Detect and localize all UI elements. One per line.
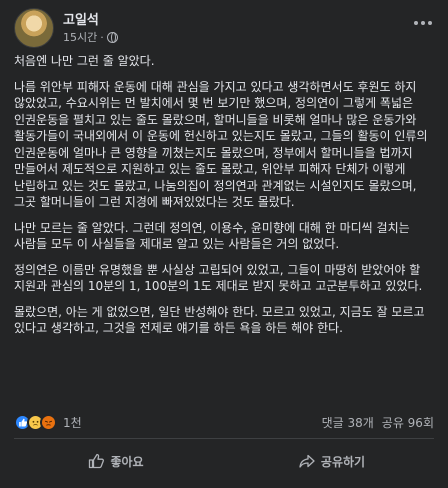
reactions-summary[interactable]: 1천 xyxy=(14,413,82,431)
divider xyxy=(14,438,434,439)
share-label: 공유하기 xyxy=(320,454,366,469)
post-header: 고일석 15시간 · xyxy=(14,8,118,48)
angry-reaction-icon xyxy=(40,413,57,431)
share-count[interactable]: 공유 96회 xyxy=(382,414,434,431)
reaction-count[interactable]: 1천 xyxy=(63,414,82,431)
globe-icon[interactable] xyxy=(106,31,118,43)
paragraph-5: 몰랐으면, 아는 게 없었으면, 일단 반성해야 한다. 모르고 있었고, 지금… xyxy=(14,304,425,336)
author-name[interactable]: 고일석 xyxy=(63,12,118,29)
paragraph-4: 정의연은 이름만 유명했을 뿐 사실상 고립되어 있었고, 그들이 마땅히 받았… xyxy=(14,262,423,294)
like-button[interactable]: 좋아요 xyxy=(8,443,224,479)
more-options-icon[interactable] xyxy=(412,16,434,32)
like-label: 좋아요 xyxy=(110,454,144,469)
post-body: 처음엔 나만 그런 줄 알았다. 나름 위안부 피해자 운동에 대해 관심을 가… xyxy=(14,53,436,346)
post-stats: 댓글 38개 공유 96회 xyxy=(322,413,434,431)
comment-count[interactable]: 댓글 38개 xyxy=(322,414,374,431)
paragraph-1: 처음엔 나만 그런 줄 알았다. xyxy=(14,54,155,68)
paragraph-3: 나만 모르는 줄 알았다. 그런데 정의연, 이용수, 윤미향에 대해 한 마디… xyxy=(14,220,410,252)
paragraph-2: 나름 위안부 피해자 운동에 대해 관심을 가지고 있다고 생각하면서도 후원도… xyxy=(14,79,428,210)
thumbs-up-icon xyxy=(89,453,105,469)
post-subline: 15시간 · xyxy=(63,30,118,45)
post-time[interactable]: 15시간 xyxy=(63,30,97,45)
avatar[interactable] xyxy=(14,8,54,48)
post-meta: 고일석 15시간 · xyxy=(63,12,118,45)
action-bar: 좋아요 공유하기 xyxy=(8,443,440,479)
share-arrow-icon xyxy=(299,454,315,468)
separator-dot: · xyxy=(100,30,104,44)
share-button[interactable]: 공유하기 xyxy=(224,443,440,479)
post-card: 고일석 15시간 · 처음엔 나만 그런 줄 알았다. 나름 위안부 피해자 운… xyxy=(0,0,448,488)
